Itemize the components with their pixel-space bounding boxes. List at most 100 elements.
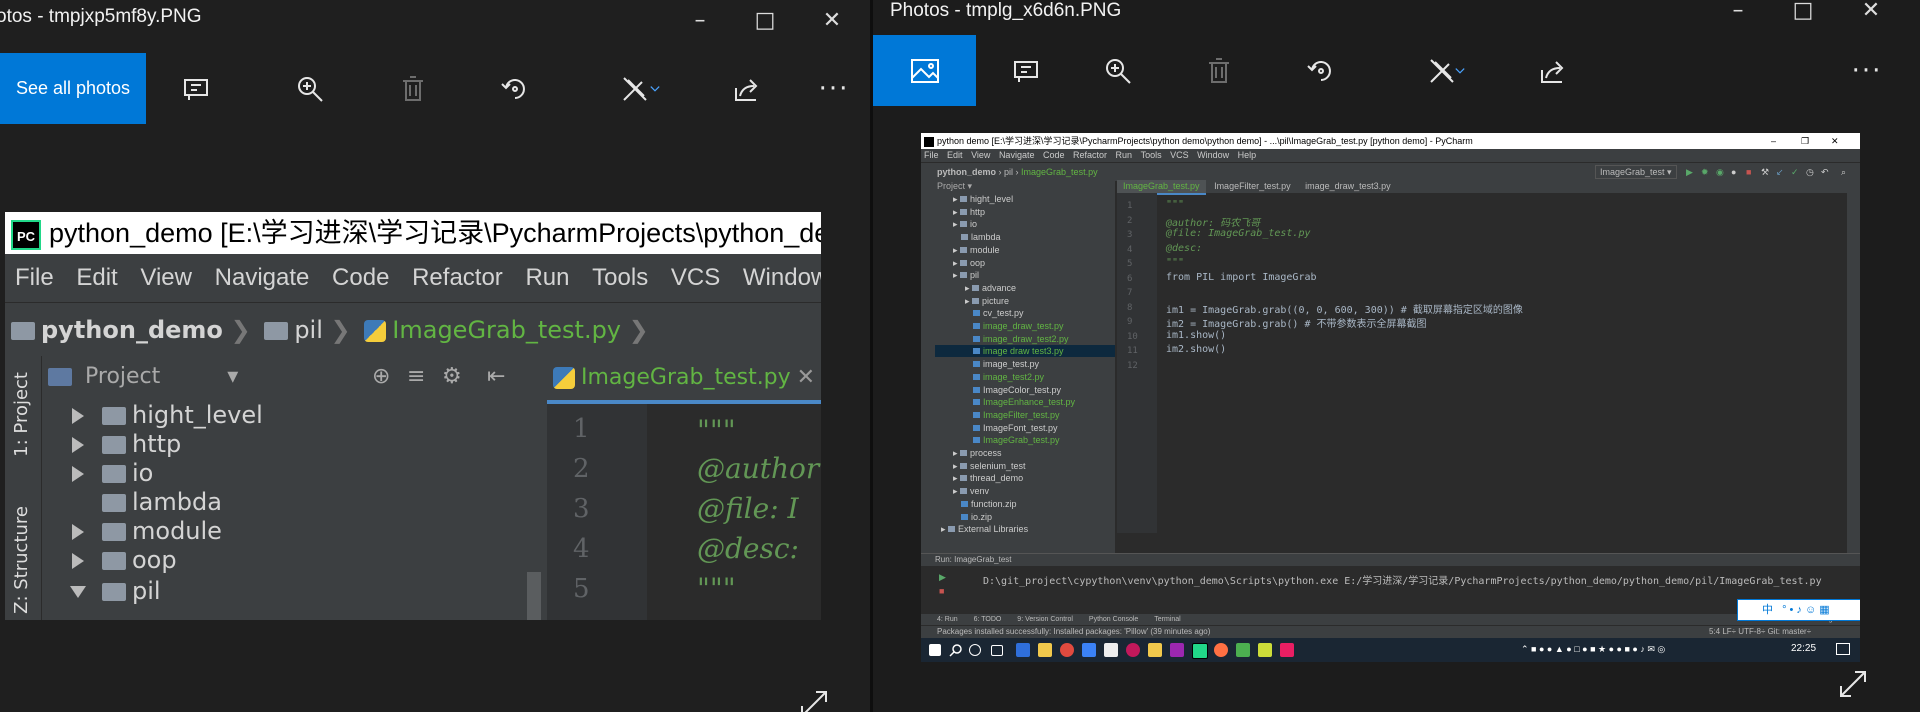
notepad-icon[interactable] (1104, 643, 1118, 657)
zoom-button[interactable] (280, 53, 340, 125)
tree-item[interactable]: ▸ selenium_test (935, 460, 1026, 472)
tree-item[interactable]: ▸ module (935, 244, 1000, 256)
close-icon: ✕ (796, 365, 816, 390)
file-explorer-icon[interactable] (1038, 643, 1052, 657)
tree-item[interactable]: ▸ advance (935, 282, 1016, 294)
fullscreen-button[interactable] (798, 688, 830, 712)
tree-item[interactable]: ▸ venv (935, 485, 989, 497)
code-line: @file: I (697, 492, 799, 525)
expand-icon (801, 691, 827, 712)
taskbar-app-icon[interactable] (1082, 643, 1096, 657)
project-tree: hight_level http io lambda module oop pi… (42, 398, 547, 620)
expand-arrow-icon[interactable]: ▸ (953, 473, 960, 483)
expand-arrow-icon[interactable]: ▸ (953, 448, 960, 458)
tree-item[interactable]: cv_test.py (935, 307, 1024, 319)
tree-item[interactable]: ▸ hight_level (935, 193, 1013, 205)
taskbar-app-icon[interactable] (1236, 643, 1250, 657)
tree-item[interactable]: image_test.py (935, 358, 1039, 370)
close-button[interactable]: ✕ (1851, 0, 1891, 26)
expand-arrow-icon[interactable]: ▸ (953, 270, 960, 280)
tree-item[interactable]: io.zip (935, 511, 992, 523)
taskbar-app-icon[interactable] (1016, 643, 1030, 657)
tree-item[interactable]: ▸ io (935, 218, 977, 230)
line-number: 2 (1127, 215, 1133, 226)
tree-item[interactable]: ▸ oop (935, 257, 985, 269)
zoom-button[interactable] (1088, 35, 1148, 107)
slideshow-button[interactable] (996, 35, 1056, 107)
tree-item[interactable]: ▸ External Libraries (935, 523, 1028, 535)
share-button[interactable] (717, 53, 777, 125)
menu-item: View (971, 150, 991, 160)
minimize-button[interactable]: – (680, 6, 720, 36)
slideshow-button[interactable] (166, 53, 226, 125)
tree-item: oop (72, 543, 177, 578)
line-number: 5 (573, 574, 590, 604)
tree-item[interactable]: ▸ process (935, 447, 1002, 459)
more-button[interactable]: ··· (1837, 35, 1897, 107)
expand-arrow-icon[interactable]: ▸ (953, 461, 960, 471)
rotate-button[interactable] (485, 53, 545, 125)
share-button[interactable] (1523, 35, 1583, 107)
share-icon (735, 79, 758, 101)
tree-item[interactable]: ImageFont_test.py (935, 422, 1058, 434)
taskbar-app-icon[interactable] (1258, 643, 1272, 657)
edit-dropdown-button[interactable] (1445, 35, 1475, 107)
tree-item[interactable]: image draw test3.py (935, 345, 1115, 358)
line-number: 3 (573, 494, 590, 524)
tree-item-label: module (970, 244, 1000, 255)
expand-arrow-icon[interactable]: ▸ (953, 258, 960, 268)
sticky-notes-icon[interactable] (1148, 643, 1162, 657)
line-number: 11 (1127, 346, 1138, 356)
hide-icon: ⇤ (487, 364, 506, 389)
delete-button[interactable] (383, 53, 443, 125)
tree-item-label: module (132, 517, 222, 545)
tree-item[interactable]: ▸ pil (935, 269, 979, 281)
tree-item[interactable]: image_test2.py (935, 371, 1044, 383)
search-icon (949, 643, 963, 657)
expand-arrow-icon[interactable]: ▸ (965, 283, 972, 293)
taskbar-app-icon[interactable] (1170, 643, 1184, 657)
expand-arrow-icon[interactable]: ▸ (953, 194, 960, 204)
expand-arrow-icon[interactable]: ▸ (953, 207, 960, 217)
expand-arrow-icon[interactable]: ▸ (953, 219, 960, 229)
tree-item[interactable]: function.zip (935, 498, 1017, 510)
tree-item[interactable]: image_draw_test2.py (935, 333, 1069, 345)
expand-arrow-icon[interactable]: ▸ (965, 296, 972, 306)
close-button[interactable]: ✕ (812, 6, 852, 36)
code-line: """ (1166, 199, 1185, 210)
expand-arrow-icon[interactable]: ▸ (953, 486, 960, 496)
tree-item[interactable]: ▸ thread_demo (935, 472, 1023, 484)
taskbar-app-icon[interactable] (1126, 643, 1140, 657)
expand-arrow-icon[interactable]: ▸ (941, 524, 948, 534)
maximize-button[interactable]: □ (745, 6, 785, 36)
menu-item: File (924, 150, 939, 160)
taskbar-app-icon[interactable] (1280, 643, 1294, 657)
tree-item[interactable]: ▸ http (935, 206, 985, 218)
tree-item[interactable]: ImageEnhance_test.py (935, 396, 1075, 408)
status-right: 5:4 LF÷ UTF-8÷ Git: master÷ (1709, 627, 1812, 636)
displayed-image: PC python_demo [E:\学习进深\学习记录\PycharmProje… (5, 212, 821, 620)
pycharm-icon[interactable] (1192, 643, 1208, 659)
zoom-in-icon (298, 77, 323, 102)
code-line: """ (697, 414, 736, 447)
rotate-button[interactable] (1291, 35, 1351, 107)
tree-item[interactable]: lambda (935, 231, 1001, 243)
delete-button[interactable] (1189, 35, 1249, 107)
chrome-icon[interactable] (1060, 643, 1074, 657)
tree-item[interactable]: ▸ picture (935, 295, 1009, 307)
expand-arrow-icon[interactable]: ▸ (953, 245, 960, 255)
tree-item[interactable]: ImageFilter_test.py (935, 409, 1060, 421)
minimize-button[interactable]: – (1718, 0, 1758, 26)
tree-item[interactable]: image_draw_test.py (935, 320, 1064, 332)
maximize-button[interactable]: □ (1783, 0, 1823, 26)
tree-item[interactable]: ImageGrab_test.py (935, 434, 1060, 446)
tree-item-label: io (132, 459, 154, 487)
ide-title: python_demo [E:\学习进深\学习记录\PycharmProject… (49, 218, 821, 248)
fullscreen-button[interactable] (1837, 668, 1869, 700)
tree-item-label: selenium_test (970, 460, 1026, 471)
edit-dropdown-button[interactable] (640, 53, 670, 125)
code-line: @desc: (697, 532, 799, 565)
firefox-icon[interactable] (1214, 643, 1228, 657)
tree-item[interactable]: ImageColor_test.py (935, 384, 1061, 396)
more-button[interactable]: ··· (804, 53, 864, 125)
